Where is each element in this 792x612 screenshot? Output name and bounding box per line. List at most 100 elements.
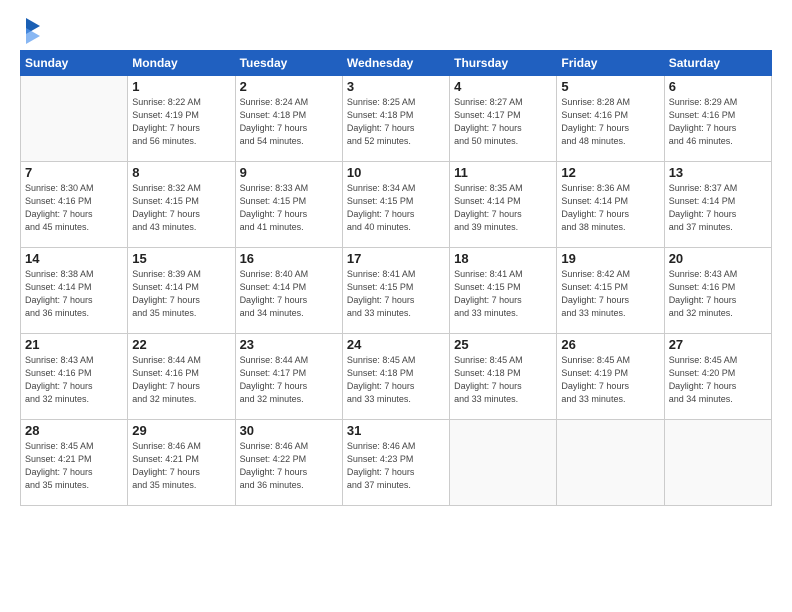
day-info: Sunrise: 8:44 AM Sunset: 4:16 PM Dayligh… — [132, 354, 230, 406]
day-info: Sunrise: 8:24 AM Sunset: 4:18 PM Dayligh… — [240, 96, 338, 148]
calendar-cell: 5 Sunrise: 8:28 AM Sunset: 4:16 PM Daylig… — [557, 76, 664, 162]
day-number: 24 — [347, 337, 445, 352]
calendar-week-2: 7Sunrise: 8:30 AM Sunset: 4:16 PM Daylig… — [21, 162, 772, 248]
day-info: Sunrise: 8:35 AM Sunset: 4:14 PM Dayligh… — [454, 182, 552, 234]
calendar-cell: 24 Sunrise: 8:45 AM Sunset: 4:18 PM Dayli… — [342, 334, 449, 420]
day-info: Sunrise: 8:45 AM Sunset: 4:18 PM Dayligh… — [347, 354, 445, 406]
day-number: 23 — [240, 337, 338, 352]
day-number: 3 — [347, 79, 445, 94]
weekday-header-row: SundayMondayTuesdayWednesdayThursdayFrid… — [21, 51, 772, 76]
calendar-cell: 9 Sunrise: 8:33 AM Sunset: 4:15 PM Daylig… — [235, 162, 342, 248]
calendar-cell: 17 Sunrise: 8:41 AM Sunset: 4:15 PM Dayli… — [342, 248, 449, 334]
day-info: Sunrise: 8:45 AM Sunset: 4:18 PM Dayligh… — [454, 354, 552, 406]
day-info: Sunrise: 8:34 AM Sunset: 4:15 PM Dayligh… — [347, 182, 445, 234]
day-number: 27 — [669, 337, 767, 352]
calendar-cell — [664, 420, 771, 506]
calendar-cell: 2 Sunrise: 8:24 AM Sunset: 4:18 PM Daylig… — [235, 76, 342, 162]
day-info: Sunrise: 8:39 AM Sunset: 4:14 PM Dayligh… — [132, 268, 230, 320]
calendar-cell: 7Sunrise: 8:30 AM Sunset: 4:16 PM Daylig… — [21, 162, 128, 248]
calendar-cell: 23 Sunrise: 8:44 AM Sunset: 4:17 PM Dayli… — [235, 334, 342, 420]
day-info: Sunrise: 8:45 AM Sunset: 4:19 PM Dayligh… — [561, 354, 659, 406]
day-info: Sunrise: 8:29 AM Sunset: 4:16 PM Dayligh… — [669, 96, 767, 148]
calendar-cell: 3Sunrise: 8:25 AM Sunset: 4:18 PM Daylig… — [342, 76, 449, 162]
calendar-cell: 21 Sunrise: 8:43 AM Sunset: 4:16 PM Dayli… — [21, 334, 128, 420]
calendar-cell: 12 Sunrise: 8:36 AM Sunset: 4:14 PM Dayli… — [557, 162, 664, 248]
day-info: Sunrise: 8:43 AM Sunset: 4:16 PM Dayligh… — [25, 354, 123, 406]
calendar-cell: 11 Sunrise: 8:35 AM Sunset: 4:14 PM Dayli… — [450, 162, 557, 248]
day-info: Sunrise: 8:41 AM Sunset: 4:15 PM Dayligh… — [454, 268, 552, 320]
day-number: 28 — [25, 423, 123, 438]
day-number: 14 — [25, 251, 123, 266]
calendar-cell: 6 Sunrise: 8:29 AM Sunset: 4:16 PM Daylig… — [664, 76, 771, 162]
logo-icon — [22, 16, 44, 44]
day-number: 5 — [561, 79, 659, 94]
calendar-week-4: 21 Sunrise: 8:43 AM Sunset: 4:16 PM Dayli… — [21, 334, 772, 420]
calendar-week-3: 14 Sunrise: 8:38 AM Sunset: 4:14 PM Dayli… — [21, 248, 772, 334]
day-number: 11 — [454, 165, 552, 180]
calendar-cell: 14 Sunrise: 8:38 AM Sunset: 4:14 PM Dayli… — [21, 248, 128, 334]
weekday-header-monday: Monday — [128, 51, 235, 76]
day-info: Sunrise: 8:27 AM Sunset: 4:17 PM Dayligh… — [454, 96, 552, 148]
calendar-cell: 31 Sunrise: 8:46 AM Sunset: 4:23 PM Dayli… — [342, 420, 449, 506]
day-number: 21 — [25, 337, 123, 352]
day-info: Sunrise: 8:44 AM Sunset: 4:17 PM Dayligh… — [240, 354, 338, 406]
day-number: 20 — [669, 251, 767, 266]
day-info: Sunrise: 8:46 AM Sunset: 4:23 PM Dayligh… — [347, 440, 445, 492]
day-number: 6 — [669, 79, 767, 94]
weekday-header-wednesday: Wednesday — [342, 51, 449, 76]
day-info: Sunrise: 8:46 AM Sunset: 4:22 PM Dayligh… — [240, 440, 338, 492]
day-info: Sunrise: 8:41 AM Sunset: 4:15 PM Dayligh… — [347, 268, 445, 320]
calendar-cell: 4 Sunrise: 8:27 AM Sunset: 4:17 PM Daylig… — [450, 76, 557, 162]
calendar-cell: 29Sunrise: 8:46 AM Sunset: 4:21 PM Dayli… — [128, 420, 235, 506]
calendar-cell: 22 Sunrise: 8:44 AM Sunset: 4:16 PM Dayli… — [128, 334, 235, 420]
calendar-cell: 25Sunrise: 8:45 AM Sunset: 4:18 PM Dayli… — [450, 334, 557, 420]
day-number: 1 — [132, 79, 230, 94]
day-number: 31 — [347, 423, 445, 438]
calendar-cell: 18 Sunrise: 8:41 AM Sunset: 4:15 PM Dayli… — [450, 248, 557, 334]
day-number: 18 — [454, 251, 552, 266]
calendar-cell: 19 Sunrise: 8:42 AM Sunset: 4:15 PM Dayli… — [557, 248, 664, 334]
calendar-table: SundayMondayTuesdayWednesdayThursdayFrid… — [20, 50, 772, 506]
calendar-cell: 1 Sunrise: 8:22 AM Sunset: 4:19 PM Daylig… — [128, 76, 235, 162]
calendar-week-5: 28 Sunrise: 8:45 AM Sunset: 4:21 PM Dayli… — [21, 420, 772, 506]
calendar-cell — [450, 420, 557, 506]
day-number: 8 — [132, 165, 230, 180]
logo — [20, 16, 44, 44]
day-number: 19 — [561, 251, 659, 266]
weekday-header-saturday: Saturday — [664, 51, 771, 76]
calendar-cell: 15 Sunrise: 8:39 AM Sunset: 4:14 PM Dayli… — [128, 248, 235, 334]
day-number: 2 — [240, 79, 338, 94]
calendar-cell — [557, 420, 664, 506]
weekday-header-tuesday: Tuesday — [235, 51, 342, 76]
day-info: Sunrise: 8:22 AM Sunset: 4:19 PM Dayligh… — [132, 96, 230, 148]
page: SundayMondayTuesdayWednesdayThursdayFrid… — [0, 0, 792, 612]
day-info: Sunrise: 8:45 AM Sunset: 4:20 PM Dayligh… — [669, 354, 767, 406]
day-number: 22 — [132, 337, 230, 352]
day-info: Sunrise: 8:36 AM Sunset: 4:14 PM Dayligh… — [561, 182, 659, 234]
day-info: Sunrise: 8:43 AM Sunset: 4:16 PM Dayligh… — [669, 268, 767, 320]
day-info: Sunrise: 8:45 AM Sunset: 4:21 PM Dayligh… — [25, 440, 123, 492]
calendar-cell: 26 Sunrise: 8:45 AM Sunset: 4:19 PM Dayli… — [557, 334, 664, 420]
calendar-cell: 16Sunrise: 8:40 AM Sunset: 4:14 PM Dayli… — [235, 248, 342, 334]
calendar-cell: 27 Sunrise: 8:45 AM Sunset: 4:20 PM Dayli… — [664, 334, 771, 420]
day-info: Sunrise: 8:46 AM Sunset: 4:21 PM Dayligh… — [132, 440, 230, 492]
calendar-cell: 8Sunrise: 8:32 AM Sunset: 4:15 PM Daylig… — [128, 162, 235, 248]
weekday-header-friday: Friday — [557, 51, 664, 76]
day-info: Sunrise: 8:33 AM Sunset: 4:15 PM Dayligh… — [240, 182, 338, 234]
calendar-cell: 30Sunrise: 8:46 AM Sunset: 4:22 PM Dayli… — [235, 420, 342, 506]
day-number: 7 — [25, 165, 123, 180]
calendar-cell: 20 Sunrise: 8:43 AM Sunset: 4:16 PM Dayli… — [664, 248, 771, 334]
day-number: 17 — [347, 251, 445, 266]
day-number: 9 — [240, 165, 338, 180]
day-number: 26 — [561, 337, 659, 352]
day-info: Sunrise: 8:37 AM Sunset: 4:14 PM Dayligh… — [669, 182, 767, 234]
day-number: 15 — [132, 251, 230, 266]
calendar-cell: 13Sunrise: 8:37 AM Sunset: 4:14 PM Dayli… — [664, 162, 771, 248]
calendar-cell: 10Sunrise: 8:34 AM Sunset: 4:15 PM Dayli… — [342, 162, 449, 248]
day-info: Sunrise: 8:42 AM Sunset: 4:15 PM Dayligh… — [561, 268, 659, 320]
day-info: Sunrise: 8:28 AM Sunset: 4:16 PM Dayligh… — [561, 96, 659, 148]
day-number: 4 — [454, 79, 552, 94]
day-info: Sunrise: 8:38 AM Sunset: 4:14 PM Dayligh… — [25, 268, 123, 320]
day-number: 12 — [561, 165, 659, 180]
calendar-cell: 28 Sunrise: 8:45 AM Sunset: 4:21 PM Dayli… — [21, 420, 128, 506]
